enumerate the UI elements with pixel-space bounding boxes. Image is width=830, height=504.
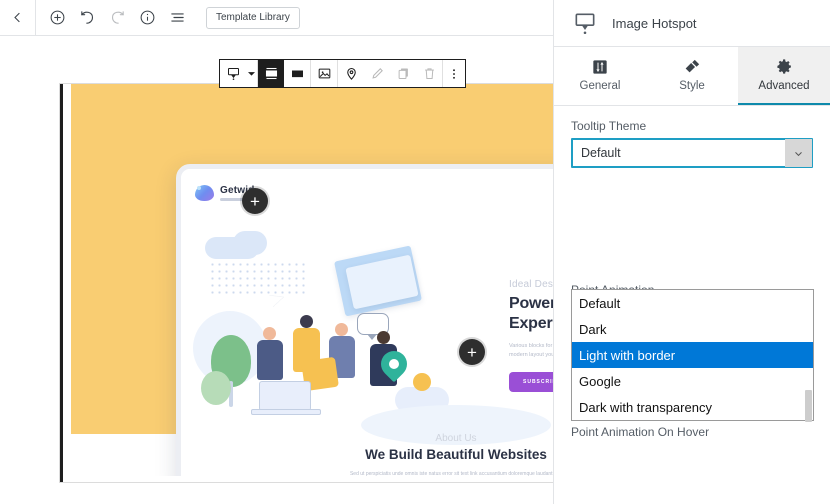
hotspot-actions-group [338, 60, 443, 87]
about-paragraph-line-1: Sed ut perspiciatis unde omnis iste natu… [349, 471, 553, 476]
redo-button[interactable] [102, 3, 132, 33]
align-full-icon [264, 66, 279, 81]
details-button[interactable] [132, 3, 162, 33]
more-options-button[interactable] [443, 60, 465, 87]
add-hotspot-button[interactable] [338, 60, 364, 87]
pencil-icon [370, 66, 385, 81]
logo-mark-icon [195, 185, 214, 201]
tooltip-theme-options-list[interactable]: Default Dark Light with border Google Da… [571, 289, 814, 422]
kebab-menu-icon [447, 67, 461, 81]
hotspot-marker-2[interactable]: + [459, 339, 485, 365]
hero-lead: Various blocks for your site naive newes… [509, 343, 553, 358]
hero-heading-line-1: Powerful Way t [509, 295, 553, 312]
option-dark-with-transparency[interactable]: Dark with transparency [572, 394, 813, 420]
align-wide-icon [290, 66, 305, 81]
option-light-with-border[interactable]: Light with border [572, 342, 813, 368]
image-icon [317, 66, 332, 81]
image-hotspot-block[interactable]: Getwid web development Home About us Fea… [60, 84, 553, 482]
align-wide-button[interactable] [284, 60, 310, 87]
block-type-dropdown-caret[interactable] [246, 60, 257, 87]
block-toolbar [219, 59, 466, 88]
device-screen: Getwid web development Home About us Fea… [181, 169, 553, 476]
undo-arrow-icon [79, 9, 96, 26]
editor-top-bar: Template Library [0, 0, 553, 36]
hero-copy: Ideal Design Tools Powerful Way t Experi… [509, 279, 553, 392]
options-scrollbar-thumb[interactable] [805, 390, 812, 422]
template-library-button[interactable]: Template Library [206, 6, 300, 29]
editor-canvas: Getwid web development Home About us Fea… [0, 36, 553, 504]
hotspot-image: Getwid web development Home About us Fea… [71, 84, 553, 476]
image-hotspot-icon [572, 10, 598, 36]
inspector-header: Image Hotspot [554, 0, 830, 47]
duplicate-hotspot-button[interactable] [390, 60, 416, 87]
brush-icon [684, 58, 701, 75]
info-circle-icon [139, 9, 156, 26]
block-inspector-panel: Image Hotspot General Style Advanced Too… [553, 0, 830, 504]
tab-advanced[interactable]: Advanced [738, 47, 830, 105]
about-section: About Us We Build Beautiful Websites Sed… [181, 433, 553, 476]
plus-circle-icon [49, 9, 66, 26]
back-button[interactable] [0, 0, 36, 36]
sliders-icon [592, 58, 608, 75]
about-heading: We Build Beautiful Websites [365, 447, 547, 462]
hotspot-marker-1[interactable]: + [242, 188, 268, 214]
image-group [311, 60, 338, 87]
top-bar-tools [36, 3, 192, 33]
map-pin-icon [344, 66, 359, 81]
option-dark[interactable]: Dark [572, 316, 813, 342]
about-eyebrow: About Us [435, 433, 477, 444]
hero-subscribe-button[interactable]: SUBSCRIBE [509, 372, 553, 392]
undo-button[interactable] [72, 3, 102, 33]
chevron-left-icon [10, 10, 25, 25]
tab-general-label: General [579, 80, 621, 92]
block-type-group [220, 60, 258, 87]
chevron-down-icon[interactable] [785, 139, 812, 167]
device-mockup: Getwid web development Home About us Fea… [176, 164, 553, 476]
option-google[interactable]: Google [572, 368, 813, 394]
trash-icon [422, 66, 437, 81]
alignment-group [258, 60, 311, 87]
image-hotspot-icon [226, 66, 241, 81]
gear-icon [776, 58, 793, 75]
inspector-title: Image Hotspot [612, 15, 697, 31]
inspector-fields: Tooltip Theme Default Point Animation Pu… [554, 106, 830, 439]
tab-style[interactable]: Style [646, 47, 738, 105]
replace-image-button[interactable] [311, 60, 337, 87]
point-animation-on-hover-label: Point Animation On Hover [571, 425, 710, 439]
edit-hotspot-button[interactable] [364, 60, 390, 87]
option-default[interactable]: Default [572, 290, 813, 316]
tab-style-label: Style [679, 80, 705, 92]
more-group [443, 60, 465, 87]
delete-hotspot-button[interactable] [416, 60, 442, 87]
hero-heading-line-2: Experience Wo [509, 315, 553, 332]
block-type-button[interactable] [220, 60, 246, 87]
copy-icon [396, 66, 411, 81]
hero-eyebrow: Ideal Design Tools [509, 279, 553, 290]
redo-arrow-icon [109, 9, 126, 26]
tab-general[interactable]: General [554, 47, 646, 105]
tooltip-theme-label: Tooltip Theme [571, 119, 647, 133]
caret-down-icon [248, 70, 255, 77]
add-block-button[interactable] [42, 3, 72, 33]
list-view-icon [169, 9, 186, 26]
align-full-width-button[interactable] [258, 60, 284, 87]
tab-advanced-label: Advanced [758, 80, 810, 92]
tooltip-theme-value: Default [581, 146, 621, 160]
tooltip-theme-select[interactable]: Default [571, 138, 813, 168]
inspector-tabs: General Style Advanced [554, 47, 830, 106]
list-view-button[interactable] [162, 3, 192, 33]
